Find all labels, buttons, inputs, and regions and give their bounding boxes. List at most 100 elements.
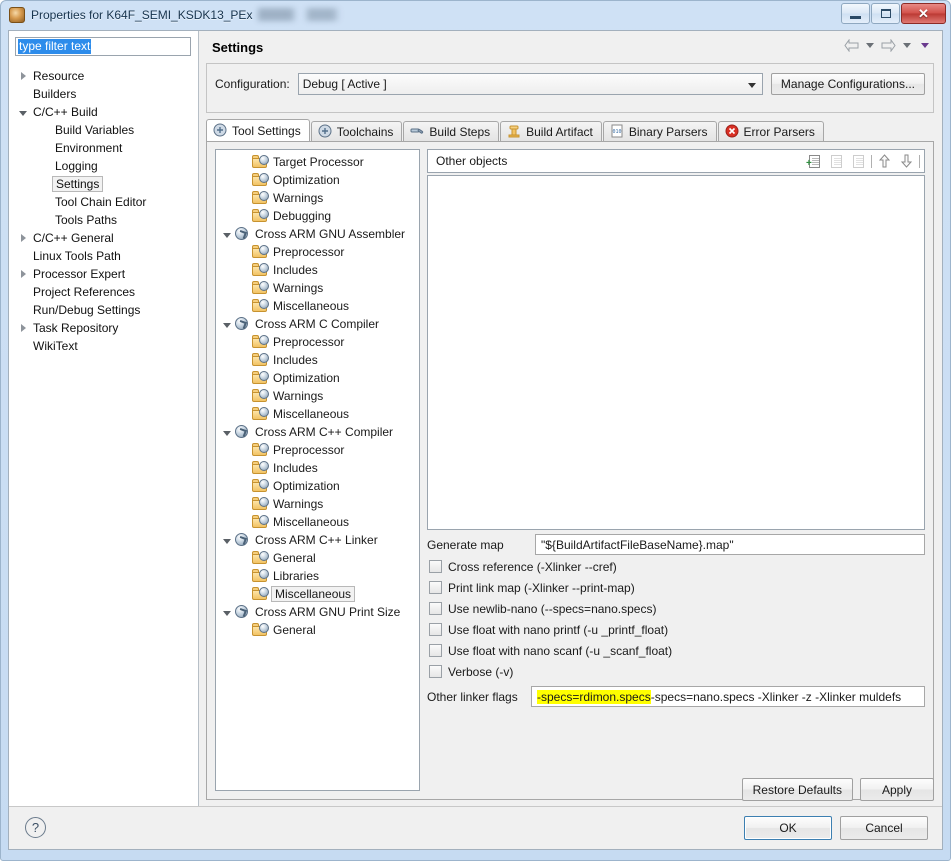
tool-tree-item-optimization[interactable]: Optimization [216, 171, 419, 189]
tool-tree-item-warnings[interactable]: Warnings [216, 387, 419, 405]
chevron-down-icon[interactable] [220, 231, 234, 238]
generate-map-input[interactable]: "${BuildArtifactFileBaseName}.map" [535, 534, 925, 555]
sidebar-item-build-variables[interactable]: Build Variables [9, 121, 198, 139]
tool-tree-item-optimization[interactable]: Optimization [216, 477, 419, 495]
apply-button[interactable]: Apply [860, 778, 934, 801]
tool-tree-item-miscellaneous[interactable]: Miscellaneous [216, 513, 419, 531]
tool-tree-item-general[interactable]: General [216, 549, 419, 567]
tool-tree-item-label: Cross ARM C++ Compiler [255, 425, 394, 439]
close-button[interactable]: ✕ [901, 3, 946, 24]
sidebar-item-project-references[interactable]: Project References [9, 283, 198, 301]
tab-build-steps[interactable]: Build Steps [403, 121, 500, 142]
restore-defaults-button[interactable]: Restore Defaults [741, 778, 853, 801]
other-linker-flags-row: Other linker flags -specs=rdimon.specs -… [427, 685, 925, 708]
chevron-right-icon[interactable] [15, 234, 31, 242]
chevron-down-icon[interactable] [220, 321, 234, 328]
sidebar-item-tool-chain-editor[interactable]: Tool Chain Editor [9, 193, 198, 211]
chevron-down-icon[interactable] [220, 429, 234, 436]
minimize-button[interactable] [841, 3, 870, 24]
tab-error-parsers[interactable]: Error Parsers [717, 121, 824, 142]
tool-tree-item-warnings[interactable]: Warnings [216, 189, 419, 207]
manage-configurations-button[interactable]: Manage Configurations... [770, 73, 925, 95]
chevron-right-icon[interactable] [15, 270, 31, 278]
checkbox-row[interactable]: Verbose (-v) [427, 661, 925, 682]
chevron-right-icon[interactable] [15, 324, 31, 332]
checkbox-row[interactable]: Cross reference (-Xlinker --cref) [427, 556, 925, 577]
configuration-row: Configuration: Debug [ Active ] Manage C… [215, 71, 925, 97]
chevron-down-icon[interactable] [220, 609, 234, 616]
tool-tree-item-general[interactable]: General [216, 621, 419, 639]
checkbox-row[interactable]: Use newlib-nano (--specs=nano.specs) [427, 598, 925, 619]
tab-tool-settings[interactable]: Tool Settings [206, 119, 310, 142]
chevron-right-icon[interactable] [15, 72, 31, 80]
checkbox-input[interactable] [429, 560, 442, 573]
sidebar-item-settings[interactable]: Settings [9, 175, 198, 193]
other-linker-flags-input[interactable]: -specs=rdimon.specs -specs=nano.specs -X… [531, 686, 925, 707]
tool-tree-item-preprocessor[interactable]: Preprocessor [216, 243, 419, 261]
tool-tree-item-miscellaneous[interactable]: Miscellaneous [216, 585, 419, 603]
sidebar-item-processor-expert[interactable]: Processor Expert [9, 265, 198, 283]
forward-arrow-icon[interactable] [881, 39, 896, 52]
checkbox-row[interactable]: Use float with nano scanf (-u _scanf_flo… [427, 640, 925, 661]
checkbox-input[interactable] [429, 644, 442, 657]
sidebar-item-run-debug-settings[interactable]: Run/Debug Settings [9, 301, 198, 319]
sidebar-item-task-repository[interactable]: Task Repository [9, 319, 198, 337]
tool-tree-item-miscellaneous[interactable]: Miscellaneous [216, 405, 419, 423]
sidebar-item-tools-paths[interactable]: Tools Paths [9, 211, 198, 229]
chevron-down-icon[interactable] [15, 109, 31, 116]
tool-tree-item-includes[interactable]: Includes [216, 459, 419, 477]
cancel-button[interactable]: Cancel [840, 816, 928, 840]
tool-tree-item-cross-arm-gnu-print-size[interactable]: Cross ARM GNU Print Size [216, 603, 419, 621]
checkbox-input[interactable] [429, 623, 442, 636]
ok-button[interactable]: OK [744, 816, 832, 840]
help-icon[interactable]: ? [25, 817, 46, 838]
other-objects-list[interactable] [427, 175, 925, 530]
move-down-icon[interactable] [896, 152, 916, 170]
maximize-button[interactable] [871, 3, 900, 24]
tool-tree-item-preprocessor[interactable]: Preprocessor [216, 441, 419, 459]
sidebar-item-c-c-general[interactable]: C/C++ General [9, 229, 198, 247]
tool-tree-item-target-processor[interactable]: Target Processor [216, 153, 419, 171]
tool-tree-item-miscellaneous[interactable]: Miscellaneous [216, 297, 419, 315]
tool-tree-item-debugging[interactable]: Debugging [216, 207, 419, 225]
filter-input-box[interactable]: type filter text [15, 37, 191, 56]
tool-tree-item-warnings[interactable]: Warnings [216, 495, 419, 513]
sidebar-item-resource[interactable]: Resource [9, 67, 198, 85]
back-history-caret-icon[interactable] [866, 43, 874, 48]
tool-tree-item-libraries[interactable]: Libraries [216, 567, 419, 585]
checkbox-row[interactable]: Print link map (-Xlinker --print-map) [427, 577, 925, 598]
sidebar-item-builders[interactable]: Builders [9, 85, 198, 103]
tab-build-artifact[interactable]: Build Artifact [500, 121, 602, 142]
close-icon: ✕ [918, 5, 929, 21]
back-arrow-icon[interactable] [844, 39, 859, 52]
checkbox-input[interactable] [429, 581, 442, 594]
generate-map-row: Generate map "${BuildArtifactFileBaseNam… [427, 533, 925, 556]
checkbox-input[interactable] [429, 665, 442, 678]
tab-binary-parsers[interactable]: 010 Binary Parsers [602, 121, 717, 142]
page-menu-caret-icon[interactable] [921, 43, 929, 48]
tool-tree-item-cross-arm-c-compiler[interactable]: Cross ARM C Compiler [216, 315, 419, 333]
sidebar-item-environment[interactable]: Environment [9, 139, 198, 157]
configuration-dropdown[interactable]: Debug [ Active ] [297, 73, 763, 95]
tool-tree-item-cross-arm-c-linker[interactable]: Cross ARM C++ Linker [216, 531, 419, 549]
sidebar-item-wikitext[interactable]: WikiText [9, 337, 198, 355]
tool-tree-item-cross-arm-c-compiler[interactable]: Cross ARM C++ Compiler [216, 423, 419, 441]
chevron-down-icon[interactable] [220, 537, 234, 544]
checkbox-row[interactable]: Use float with nano printf (-u _printf_f… [427, 619, 925, 640]
tool-tree-item-cross-arm-gnu-assembler[interactable]: Cross ARM GNU Assembler [216, 225, 419, 243]
forward-history-caret-icon[interactable] [903, 43, 911, 48]
tool-tree-item-label: Cross ARM GNU Assembler [255, 227, 406, 241]
sidebar-item-c-c-build[interactable]: C/C++ Build [9, 103, 198, 121]
sidebar-item-linux-tools-path[interactable]: Linux Tools Path [9, 247, 198, 265]
tool-tree-item-includes[interactable]: Includes [216, 261, 419, 279]
tool-tree-item-optimization[interactable]: Optimization [216, 369, 419, 387]
sidebar-item-logging[interactable]: Logging [9, 157, 198, 175]
tool-tree-item-includes[interactable]: Includes [216, 351, 419, 369]
tab-toolchains[interactable]: Toolchains [310, 121, 403, 142]
ok-cancel-bar: OK Cancel [744, 816, 928, 840]
tool-tree-item-preprocessor[interactable]: Preprocessor [216, 333, 419, 351]
move-up-icon[interactable] [874, 152, 894, 170]
add-object-icon[interactable]: + [804, 152, 824, 170]
checkbox-input[interactable] [429, 602, 442, 615]
tool-tree-item-warnings[interactable]: Warnings [216, 279, 419, 297]
